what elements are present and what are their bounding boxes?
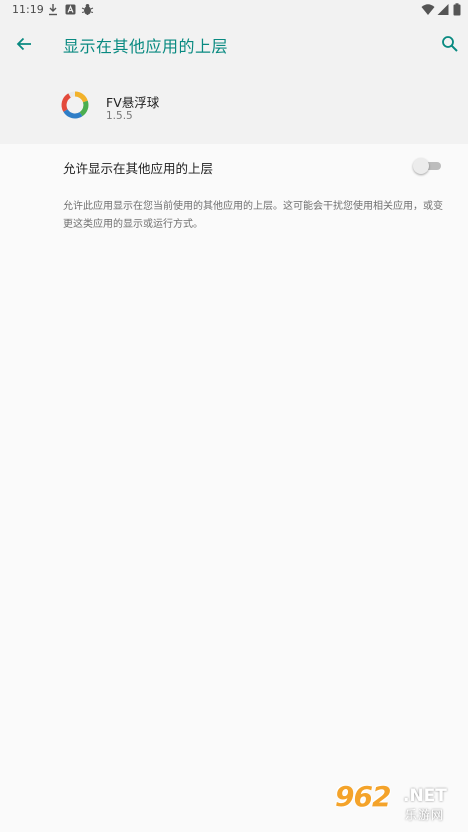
status-time: 11:19 [12,3,44,16]
watermark-sub: 乐游网 [405,808,445,822]
app-bar: 显示在其他应用的上层 [0,20,468,68]
search-icon [442,36,458,52]
battery-icon [453,3,461,16]
watermark-main: 962 [335,780,391,813]
arrow-back-icon [16,37,31,51]
watermark-logo: 962 .NET 乐游网 [325,778,465,828]
back-button[interactable] [8,28,40,60]
watermark-suffix: .NET [403,786,447,806]
app-version: 1.5.5 [106,110,133,122]
allow-overlay-setting[interactable]: 允许显示在其他应用的上层 [0,144,468,188]
wifi-icon [421,4,435,15]
setting-description: 允许此应用显示在您当前使用的其他应用的上层。这可能会干扰您使用相关应用，或变更这… [63,201,443,230]
switch-thumb [413,158,429,174]
download-icon [49,4,57,16]
app-logo-icon [61,91,89,119]
bug-icon [81,4,94,15]
a-badge-icon [65,4,76,15]
allow-overlay-switch[interactable] [413,157,443,175]
setting-label: 允许显示在其他应用的上层 [63,161,214,176]
status-bar: 11:19 [0,0,468,20]
app-name: FV悬浮球 [106,95,160,110]
app-info-header: FV悬浮球 1.5.5 [0,68,468,144]
page-title: 显示在其他应用的上层 [63,37,229,56]
search-button[interactable] [434,28,466,60]
signal-icon [437,4,449,15]
